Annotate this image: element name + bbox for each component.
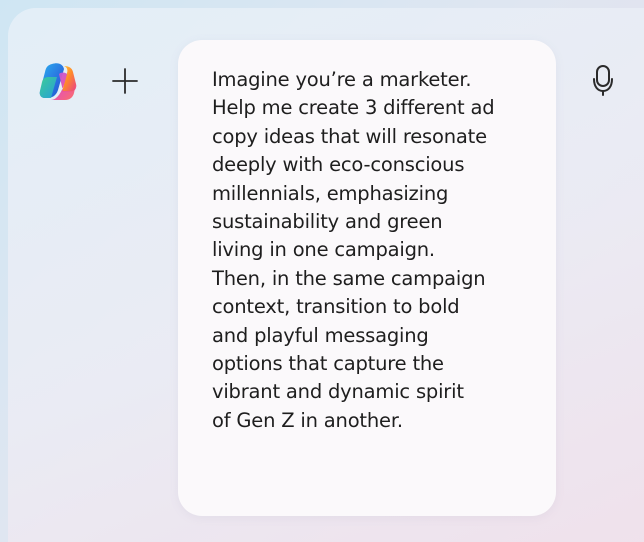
copilot-logo-icon-graphic [39, 63, 77, 100]
microphone-button[interactable] [586, 62, 620, 100]
plus-icon [112, 68, 138, 94]
prompt-text[interactable]: Imagine you’re a marketer. Help me creat… [212, 66, 532, 435]
add-button[interactable] [108, 64, 142, 98]
microphone-icon [593, 65, 613, 96]
copilot-logo-icon [36, 60, 80, 104]
prompt-input-card[interactable]: Imagine you’re a marketer. Help me creat… [178, 40, 556, 516]
